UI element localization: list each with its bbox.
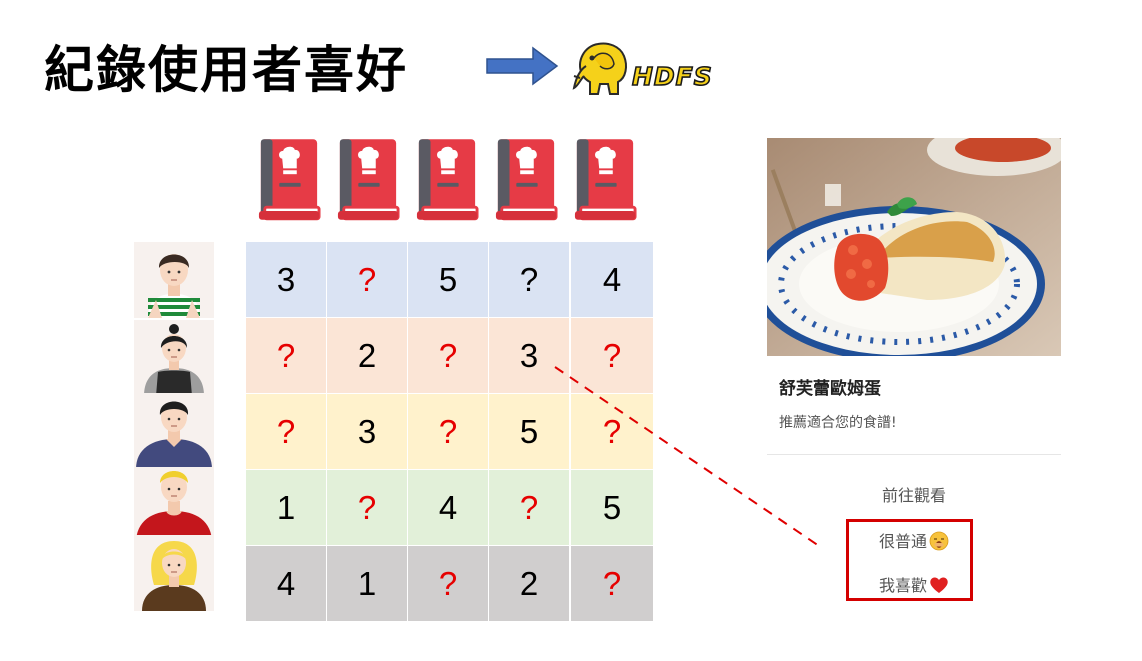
rating-cell: ? [571, 546, 653, 621]
rating-cell: 1 [327, 546, 407, 621]
rating-cell: 3 [246, 242, 326, 317]
rating-cell: ? [246, 318, 326, 393]
divider [767, 454, 1061, 455]
cookbook-icon [336, 138, 400, 222]
feedback-highlight-box [846, 519, 973, 601]
rating-cell: ? [571, 318, 653, 393]
go-view-button[interactable]: 前往觀看 [767, 482, 1061, 506]
rating-cell: ? [246, 394, 326, 469]
rating-cell: 2 [327, 318, 407, 393]
go-view-label: 前往觀看 [881, 486, 946, 505]
rating-cell: 4 [246, 546, 326, 621]
rating-cell: ? [571, 394, 653, 469]
arrow-right-icon [486, 46, 559, 86]
cookbook-icon [257, 138, 321, 222]
cookbook-icon [494, 138, 558, 222]
user-avatar-navy-sweater [134, 393, 214, 469]
page-title: 紀錄使用者喜好 [44, 41, 408, 99]
recipe-subtitle: 推薦適合您的食譜! [779, 415, 897, 431]
rating-cell: 4 [408, 470, 488, 545]
cookbook-icon [573, 138, 637, 222]
rating-cell: ? [408, 318, 488, 393]
rating-cell: 5 [408, 242, 488, 317]
rating-cell: ? [327, 470, 407, 545]
recipe-title: 舒芙蕾歐姆蛋 [779, 379, 881, 399]
rating-cell: ? [408, 394, 488, 469]
rating-cell: ? [327, 242, 407, 317]
rating-cell: ? [489, 470, 569, 545]
rating-cell: 4 [571, 242, 653, 317]
user-avatar-red-shirt [134, 467, 214, 543]
rating-cell: ? [489, 242, 569, 317]
user-avatar-blonde-hair [134, 535, 214, 611]
cookbook-icon [415, 138, 479, 222]
souffle-omelette-photo [767, 138, 1061, 356]
rating-cell: 5 [489, 394, 569, 469]
rating-cell: 1 [246, 470, 326, 545]
user-avatar-striped-shirt [134, 242, 214, 318]
rating-cell: 3 [489, 318, 569, 393]
user-avatar-bun-hair [134, 320, 214, 396]
rating-cell: 2 [489, 546, 569, 621]
rating-cell: 3 [327, 394, 407, 469]
hdfs-logo-text: HDFS [631, 61, 713, 92]
rating-cell: ? [408, 546, 488, 621]
rating-cell: 5 [571, 470, 653, 545]
